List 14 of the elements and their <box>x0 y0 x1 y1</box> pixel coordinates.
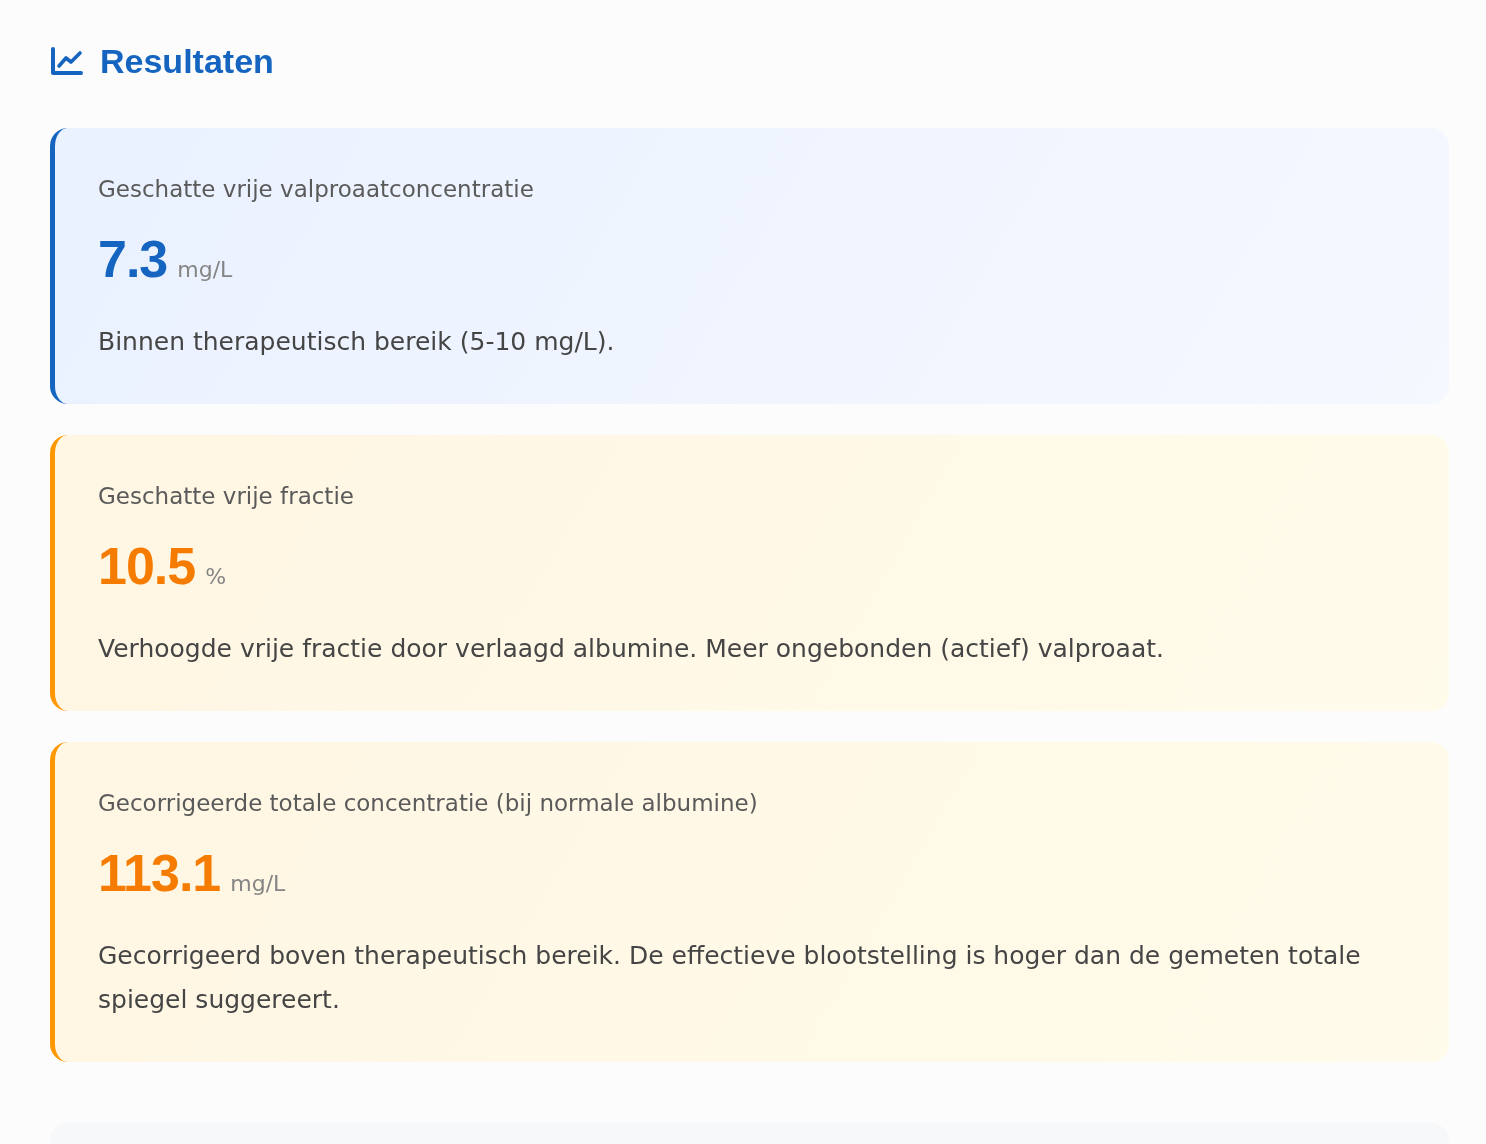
result-description: Verhoogde vrije fractie door verlaagd albumine. Meer ongebonden (actief) valproaat. <box>98 633 1165 665</box>
section-title: Resultaten <box>100 41 274 81</box>
result-label: Geschatte vrije valproaatconcentratie <box>98 175 535 204</box>
line-chart-icon <box>50 46 84 76</box>
result-label: Geschatte vrije fractie <box>98 482 355 511</box>
result-unit: mg/L <box>177 257 233 283</box>
result-unit: % <box>205 564 227 590</box>
result-value: 7.3 <box>98 229 168 290</box>
result-description: Binnen therapeutisch bereik (5-10 mg/L). <box>98 326 616 358</box>
result-value: 10.5 <box>98 536 196 597</box>
result-description: Gecorrigeerd boven therapeutisch bereik. De effectieve blootstelling is hoger dan de gemeten totale spiegel suggereert. <box>98 940 1362 1016</box>
result-label: Gecorrigeerde totale concentratie (bij normale albumine) <box>98 789 759 818</box>
result-value: 113.1 <box>98 843 221 904</box>
result-unit: mg/L <box>230 871 286 897</box>
